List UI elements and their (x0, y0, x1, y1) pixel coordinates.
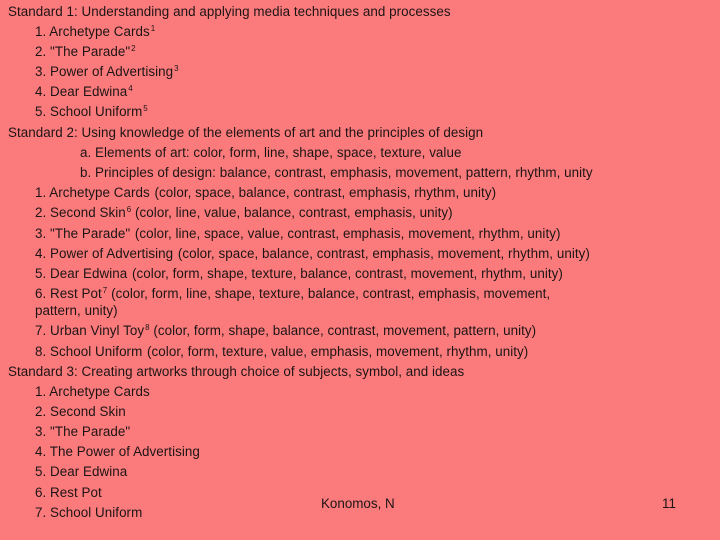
standard-1-heading: Standard 1: Understanding and applying m… (8, 4, 451, 19)
footnote-ref: 5 (143, 104, 148, 113)
standard-1-item: 3. Power of Advertising3 (35, 64, 179, 82)
item-text: 2. "The Parade" (35, 44, 131, 59)
standard-2-item: 6. Rest Pot7 (color, form, line, shape, … (35, 286, 550, 304)
standard-2-item: 5. Dear Edwina (color, form, shape, text… (35, 266, 563, 284)
item-text: 5. Dear Edwina (35, 266, 128, 281)
slide: Standard 1: Understanding and applying m… (0, 0, 720, 540)
footnote-ref: 2 (131, 44, 136, 53)
standard-3-item: 2. Second Skin (35, 404, 126, 419)
standard-2-heading: Standard 2: Using knowledge of the eleme… (8, 125, 484, 140)
item-text: 1. Archetype Cards (35, 185, 150, 200)
footnote-ref: 8 (145, 323, 150, 332)
footnote-ref: 4 (128, 84, 133, 93)
footnote-ref: 6 (126, 205, 132, 214)
standard-3-item: 3. "The Parade" (35, 424, 131, 439)
item-detail: (color, line, value, balance, contrast, … (131, 205, 453, 220)
item-text: 2. Second Skin (35, 205, 126, 220)
page-number: 11 (662, 496, 676, 511)
item-detail: (color, space, balance, contrast, emphas… (150, 185, 497, 200)
standard-2-item: 3. "The Parade" (color, line, space, val… (35, 226, 560, 244)
item-text: 5. School Uniform (35, 104, 143, 119)
standard-2-item: 4. Power of Advertising (color, space, b… (35, 246, 590, 264)
item-text: 7. Urban Vinyl Toy (35, 323, 145, 338)
item-text: 4. Dear Edwina (35, 84, 128, 99)
footer-author: Konomos, N (321, 496, 395, 511)
standard-3-item: 5. Dear Edwina (35, 464, 128, 479)
footnote-ref: 1 (150, 24, 156, 33)
item-text: 8. School Uniform (35, 344, 143, 359)
item-text: 3. Power of Advertising (35, 64, 174, 79)
standard-3-item: 1. Archetype Cards (35, 384, 150, 399)
standard-1-item: 2. "The Parade"2 (35, 44, 136, 62)
item-detail: (color, form, texture, value, emphasis, … (143, 344, 529, 359)
standard-2-subpoint: a. Elements of art: color, form, line, s… (80, 145, 462, 160)
standard-1-item: 5. School Uniform5 (35, 104, 148, 122)
item-detail: (color, line, space, value, contrast, em… (131, 226, 561, 241)
standard-1-item: 1. Archetype Cards1 (35, 24, 155, 42)
standard-3-heading: Standard 3: Creating artworks through ch… (8, 364, 465, 379)
standard-3-item: 6. Rest Pot (35, 485, 102, 500)
item-detail: (color, form, shape, balance, contrast, … (149, 323, 537, 338)
standard-2-item-continuation: pattern, unity) (35, 303, 118, 318)
standard-2-subpoint: b. Principles of design: balance, contra… (80, 165, 593, 180)
footnote-ref: 7 (102, 286, 108, 295)
standard-2-item: 2. Second Skin6 (color, line, value, bal… (35, 205, 453, 223)
item-text: 3. "The Parade" (35, 226, 131, 241)
standard-2-item: 1. Archetype Cards (color, space, balanc… (35, 185, 496, 203)
item-detail: (color, space, balance, contrast, emphas… (174, 246, 590, 261)
standard-3-item: 7. School Uniform (35, 505, 143, 520)
item-text: 4. Power of Advertising (35, 246, 174, 261)
item-text: 1. Archetype Cards (35, 24, 150, 39)
standard-3-item: 4. The Power of Advertising (35, 444, 200, 459)
standard-2-item: 7. Urban Vinyl Toy8 (color, form, shape,… (35, 323, 536, 341)
item-detail: (color, form, shape, texture, balance, c… (128, 266, 563, 281)
item-detail: (color, form, line, shape, texture, bala… (107, 286, 551, 301)
item-text: 6. Rest Pot (35, 286, 102, 301)
footnote-ref: 3 (174, 64, 179, 73)
standard-2-item: 8. School Uniform (color, form, texture,… (35, 344, 528, 362)
standard-1-item: 4. Dear Edwina4 (35, 84, 133, 102)
